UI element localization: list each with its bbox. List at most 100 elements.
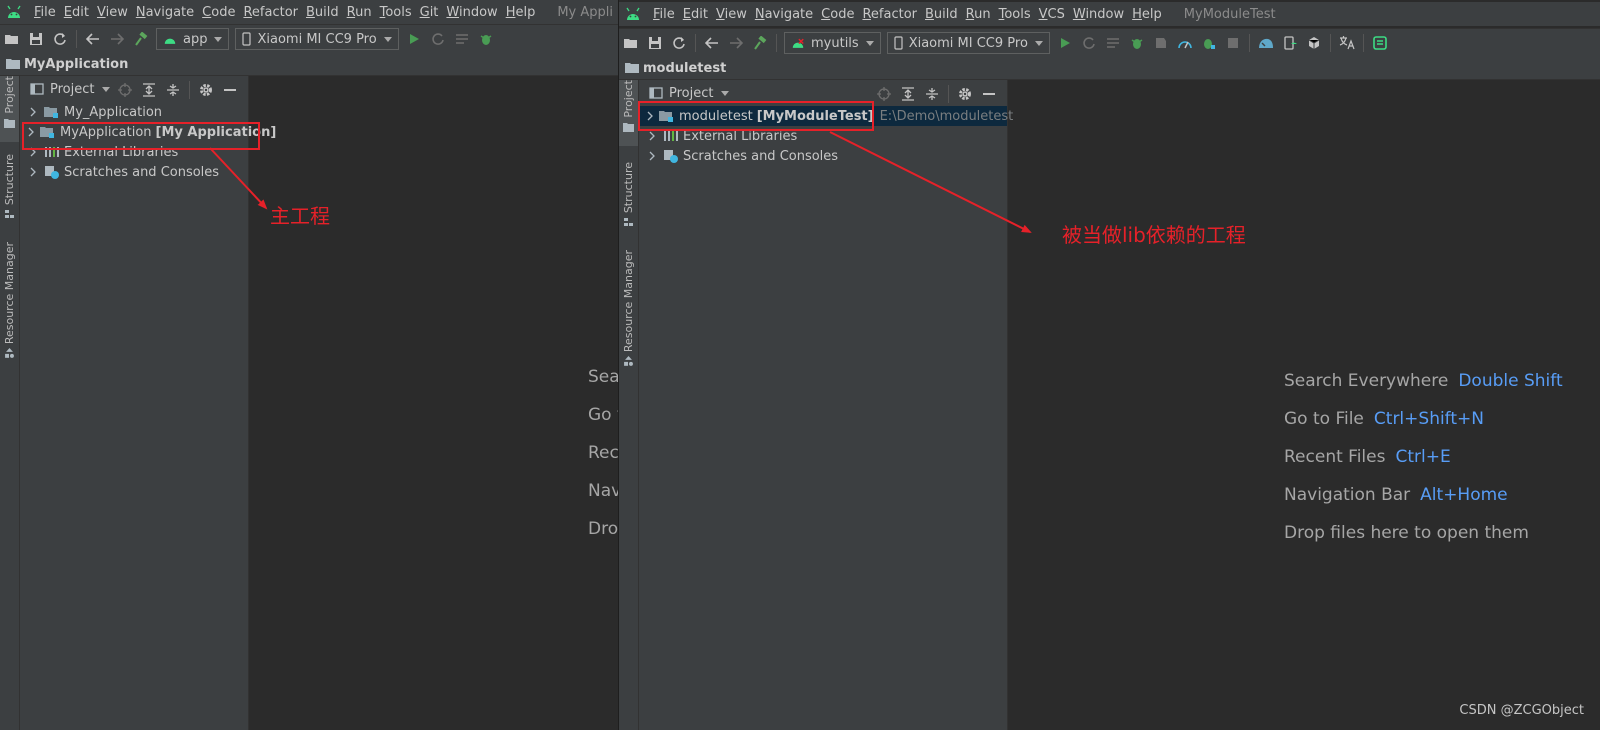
tool-tab-structure[interactable]: Structure xyxy=(0,154,19,226)
tool-tab-project[interactable]: Project xyxy=(0,76,19,142)
menu-edit[interactable]: Edit xyxy=(60,5,93,20)
sync-icon[interactable] xyxy=(52,31,68,47)
menu-run[interactable]: Run xyxy=(343,5,376,20)
menu-help[interactable]: Help xyxy=(1128,7,1166,22)
collapse-all-icon[interactable] xyxy=(165,82,181,98)
layout-inspector-icon[interactable] xyxy=(1372,35,1388,51)
profile-icon[interactable] xyxy=(1177,35,1193,51)
back-arrow-icon[interactable] xyxy=(85,31,101,47)
scratches-icon xyxy=(663,149,679,163)
menu-code[interactable]: Code xyxy=(198,5,239,20)
locate-icon[interactable] xyxy=(876,86,892,102)
menu-view[interactable]: View xyxy=(712,7,751,22)
menu-build[interactable]: Build xyxy=(302,5,343,20)
stop-icon[interactable] xyxy=(1225,35,1241,51)
run-config-combo[interactable]: myutils xyxy=(784,32,881,54)
open-folder-icon[interactable] xyxy=(4,31,20,47)
apply-changes-icon[interactable] xyxy=(1081,35,1097,51)
menu-code[interactable]: Code xyxy=(817,7,858,22)
tree-item[interactable]: Scratches and Consoles xyxy=(639,146,1007,166)
menu-edit[interactable]: Edit xyxy=(679,7,712,22)
menu-file[interactable]: File xyxy=(30,5,60,20)
build-hammer-icon[interactable] xyxy=(752,35,768,51)
tool-tab-resource-manager[interactable]: Resource Manager xyxy=(619,250,638,366)
menu-tools[interactable]: Tools xyxy=(376,5,416,20)
chevron-down-icon xyxy=(1034,40,1043,46)
hint-label: Search Everywhere xyxy=(1284,371,1449,391)
menu-tools[interactable]: Tools xyxy=(995,7,1035,22)
tool-tab-structure[interactable]: Structure xyxy=(619,162,638,234)
hint-label: Recent Files xyxy=(1284,447,1386,467)
tree-item-path: E:\Demo\moduletest xyxy=(879,108,1014,124)
menu-build[interactable]: Build xyxy=(921,7,962,22)
save-icon[interactable] xyxy=(647,35,663,51)
hint-label: Navigation Bar xyxy=(1284,485,1411,505)
menu-run[interactable]: Run xyxy=(962,7,995,22)
chevron-down-icon xyxy=(865,40,874,46)
menu-refactor[interactable]: Refactor xyxy=(239,5,302,20)
nav-project-name[interactable]: moduletest xyxy=(643,61,726,76)
menu-window[interactable]: Window xyxy=(442,5,501,20)
attach-debugger-icon[interactable] xyxy=(1201,35,1217,51)
coverage-icon[interactable] xyxy=(1153,35,1169,51)
tool-tab-project[interactable]: Project xyxy=(619,80,638,146)
locate-icon[interactable] xyxy=(117,82,133,98)
device-combo[interactable]: Xiaomi MI CC9 Pro xyxy=(235,28,399,50)
menu-file[interactable]: File xyxy=(649,7,679,22)
editor-empty-hints: Sear Go t Rec Nav Dro xyxy=(588,358,618,548)
open-folder-icon[interactable] xyxy=(623,35,639,51)
chevron-right-icon[interactable] xyxy=(28,167,38,177)
chevron-down-icon[interactable] xyxy=(721,90,730,96)
hide-panel-icon[interactable] xyxy=(222,82,238,98)
scratches-icon xyxy=(44,165,60,179)
tool-tab-resource-manager-label: Resource Manager xyxy=(3,242,16,345)
chevron-right-icon[interactable] xyxy=(28,107,38,117)
forward-arrow-icon[interactable] xyxy=(728,35,744,51)
collapse-all-icon[interactable] xyxy=(924,86,940,102)
menu-view[interactable]: View xyxy=(93,5,132,20)
debug-icon[interactable] xyxy=(478,31,494,47)
menu-navigate[interactable]: Navigate xyxy=(132,5,198,20)
debug-icon[interactable] xyxy=(1129,35,1145,51)
run-icon[interactable] xyxy=(406,31,422,47)
chevron-down-icon[interactable] xyxy=(102,86,111,92)
project-view-selector[interactable]: Project xyxy=(669,86,713,101)
apply-changes-icon[interactable] xyxy=(430,31,446,47)
device-combo[interactable]: Xiaomi MI CC9 Pro xyxy=(886,32,1050,54)
hint-navigation-bar: Nav xyxy=(588,481,618,501)
forward-arrow-icon[interactable] xyxy=(109,31,125,47)
gear-icon[interactable] xyxy=(198,82,214,98)
chevron-right-icon[interactable] xyxy=(647,131,657,141)
nav-project-name[interactable]: MyApplication xyxy=(24,57,128,72)
menu-window[interactable]: Window xyxy=(1069,7,1128,22)
gradle-sync-icon[interactable] xyxy=(1258,35,1274,51)
tool-tab-resource-manager[interactable]: Resource Manager xyxy=(0,242,19,358)
run-icon[interactable] xyxy=(1057,35,1073,51)
project-view-selector[interactable]: Project xyxy=(50,82,94,97)
gear-icon[interactable] xyxy=(957,86,973,102)
folder-icon xyxy=(625,63,639,73)
menu-refactor[interactable]: Refactor xyxy=(858,7,921,22)
back-arrow-icon[interactable] xyxy=(704,35,720,51)
apply-code-changes-icon[interactable] xyxy=(454,31,470,47)
tree-item[interactable]: Scratches and Consoles xyxy=(20,162,248,182)
sdk-manager-icon[interactable] xyxy=(1306,35,1322,51)
tree-item[interactable]: My_Application xyxy=(20,102,248,122)
run-config-combo[interactable]: app xyxy=(156,28,230,50)
translate-icon[interactable] xyxy=(1339,35,1355,51)
menu-git[interactable]: Git xyxy=(416,5,443,20)
menu-vcs[interactable]: VCS xyxy=(1035,7,1069,22)
device-manager-icon[interactable] xyxy=(1282,35,1298,51)
menu-help[interactable]: Help xyxy=(502,5,540,20)
apply-code-changes-icon[interactable] xyxy=(1105,35,1121,51)
chevron-right-icon[interactable] xyxy=(647,151,657,161)
build-hammer-icon[interactable] xyxy=(133,31,149,47)
tree-item-label: Scratches and Consoles xyxy=(683,148,839,164)
hide-panel-icon[interactable] xyxy=(981,86,997,102)
expand-all-icon[interactable] xyxy=(900,86,916,102)
save-icon[interactable] xyxy=(28,31,44,47)
sync-icon[interactable] xyxy=(671,35,687,51)
annotation-main-project: 主工程 xyxy=(270,204,330,228)
expand-all-icon[interactable] xyxy=(141,82,157,98)
menu-navigate[interactable]: Navigate xyxy=(751,7,817,22)
